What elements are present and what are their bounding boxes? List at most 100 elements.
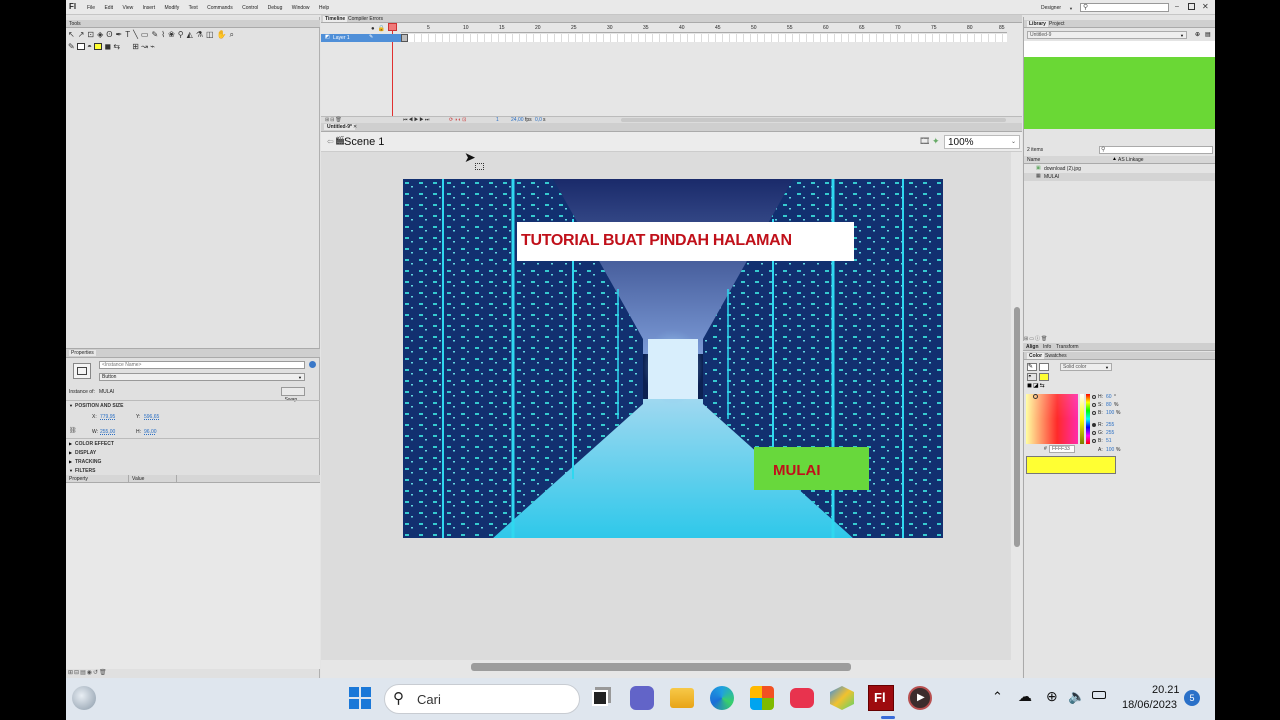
stroke-color-icon[interactable]: ✎ — [68, 42, 75, 51]
menu-window[interactable]: Window — [292, 5, 310, 11]
media-player-icon[interactable]: ▶ — [908, 686, 932, 710]
x-value[interactable]: 779,95 — [100, 414, 115, 420]
y-value[interactable]: 596,65 — [144, 414, 159, 420]
chevron-right-icon[interactable]: ▶ — [69, 441, 72, 446]
tab-timeline[interactable]: Timeline — [323, 16, 348, 22]
delete-filter-icon[interactable]: 🗑 — [99, 670, 108, 676]
color-swap-icons[interactable]: ◼◪⇆ — [1027, 382, 1046, 389]
brightness-slider[interactable] — [1080, 394, 1084, 444]
chevron-right-icon[interactable]: ▶ — [69, 459, 72, 464]
filters-section[interactable]: FILTERS — [75, 468, 95, 474]
layer-row[interactable]: ◩ Layer 1 ✎ — [321, 34, 401, 42]
deco-tool-icon[interactable]: ❀ — [168, 30, 178, 39]
3d-app-icon[interactable] — [830, 686, 854, 710]
teams-chat-icon[interactable] — [630, 686, 654, 710]
horizontal-scrollbar-thumb[interactable] — [471, 663, 851, 671]
w-value[interactable]: 255,00 — [100, 429, 115, 435]
chevron-down-icon[interactable]: ▼ — [69, 403, 73, 408]
library-column-linkage[interactable]: AS Linkage — [1118, 157, 1144, 163]
pen-tool-icon[interactable]: ✒ — [116, 30, 126, 39]
green-value[interactable]: 255 — [1106, 430, 1114, 436]
free-transform-tool-icon[interactable]: ⊡ — [87, 30, 97, 39]
radio-saturation[interactable] — [1092, 403, 1096, 407]
line-tool-icon[interactable]: ╲ — [133, 30, 141, 39]
blue-value[interactable]: 51 — [1106, 438, 1112, 444]
hex-input[interactable]: FFFF33 — [1049, 445, 1075, 453]
menu-control[interactable]: Control — [242, 5, 258, 11]
new-library-icon[interactable]: ▤ — [1205, 31, 1211, 38]
recorder-icon[interactable] — [790, 688, 814, 708]
language-icon[interactable]: ⊕ — [1046, 688, 1058, 705]
edit-symbols-icon[interactable]: ✦ — [932, 136, 940, 147]
library-document-select[interactable]: Untitled-9 ▼ — [1027, 31, 1187, 39]
notification-badge[interactable]: 5 — [1184, 690, 1200, 706]
start-button[interactable] — [349, 687, 373, 711]
hue-value[interactable]: 60 — [1106, 394, 1112, 400]
tab-color[interactable]: Color — [1027, 353, 1045, 359]
eye-icon[interactable]: ● — [371, 26, 378, 32]
red-value[interactable]: 255 — [1106, 422, 1114, 428]
chevron-up-icon[interactable]: ⌃ — [992, 689, 1003, 705]
lasso-tool-icon[interactable]: ʘ — [106, 30, 115, 39]
radio-brightness[interactable] — [1092, 411, 1096, 415]
minimize-button[interactable]: – — [1175, 3, 1179, 10]
onedrive-icon[interactable]: ☁ — [1018, 688, 1032, 705]
display-section[interactable]: DISPLAY — [75, 450, 96, 456]
clock-date[interactable]: 18/06/2023 — [1122, 699, 1177, 711]
vertical-scrollbar-thumb[interactable] — [1014, 307, 1020, 547]
stroke-swatch[interactable] — [76, 43, 85, 51]
tracking-section[interactable]: TRACKING — [75, 459, 101, 465]
pencil-tool-icon[interactable]: ✎ — [151, 30, 161, 39]
clock-time[interactable]: 20.21 — [1152, 684, 1180, 696]
edit-icon[interactable] — [309, 361, 316, 368]
maximize-button[interactable] — [1188, 3, 1195, 10]
chevron-down-icon[interactable]: ▼ — [69, 468, 73, 473]
color-spectrum[interactable] — [1026, 394, 1078, 444]
pin-icon[interactable]: ⊕ — [1195, 31, 1200, 38]
menu-help[interactable]: Help — [319, 5, 329, 11]
menu-file[interactable]: File — [87, 5, 95, 11]
task-view-icon[interactable] — [592, 690, 608, 706]
no-stroke-swatch[interactable] — [1039, 363, 1049, 371]
close-tab-icon[interactable]: ✕ — [353, 124, 357, 130]
chevron-right-icon[interactable]: ▶ — [69, 450, 72, 455]
eraser-tool-icon[interactable]: ◫ — [206, 30, 217, 39]
lock-icon[interactable]: 🔒 — [378, 26, 388, 32]
tab-compiler-errors[interactable]: Compiler Errors — [348, 16, 383, 22]
close-button[interactable]: ✕ — [1202, 2, 1209, 11]
vertical-scrollbar[interactable] — [1011, 152, 1022, 662]
edge-browser-icon[interactable] — [710, 686, 734, 710]
text-tool-icon[interactable]: T — [125, 30, 133, 39]
document-tab[interactable]: Untitled-9* — [324, 124, 355, 130]
menu-commands[interactable]: Commands — [207, 5, 233, 11]
black-white-icon[interactable]: ◼ — [104, 42, 111, 51]
menu-edit[interactable]: Edit — [104, 5, 113, 11]
sort-icon[interactable]: ▲ — [1112, 156, 1117, 162]
swap-button[interactable]: Swap... — [281, 387, 305, 403]
file-explorer-icon[interactable] — [670, 688, 694, 708]
color-type-select[interactable]: Solid color ▼ — [1060, 363, 1112, 371]
instance-name-input[interactable] — [99, 361, 305, 369]
taskbar-search-input[interactable]: ⚲ Cari — [384, 684, 580, 714]
widgets-icon[interactable] — [72, 686, 96, 710]
layer-frames[interactable] — [401, 34, 1007, 42]
radio-blue[interactable] — [1092, 439, 1096, 443]
radio-green[interactable] — [1092, 431, 1096, 435]
tab-swatches[interactable]: Swatches — [1045, 353, 1067, 359]
volume-icon[interactable]: 🔈 — [1068, 688, 1085, 705]
fill-swatch[interactable] — [94, 43, 103, 51]
mulai-button[interactable]: MULAI — [754, 447, 869, 490]
playhead[interactable] — [388, 23, 397, 31]
alpha-value[interactable]: 100 — [1106, 447, 1114, 453]
store-icon[interactable] — [750, 686, 774, 710]
bone-tool-icon[interactable]: ⚲ — [178, 30, 187, 39]
library-search-input[interactable]: ⚲ — [1099, 146, 1213, 154]
swap-colors-icon[interactable]: ⇆ — [113, 42, 120, 51]
3d-rotation-tool-icon[interactable]: ◈ — [97, 30, 106, 39]
tab-properties[interactable]: Properties — [69, 350, 96, 356]
subselection-tool-icon[interactable]: ↗ — [78, 30, 88, 39]
tab-library[interactable]: Library — [1027, 21, 1048, 27]
menu-modify[interactable]: Modify — [165, 5, 180, 11]
stroke-color-icon[interactable]: ✎ — [1027, 363, 1037, 371]
back-arrow-icon[interactable]: ⇦ — [327, 137, 334, 146]
